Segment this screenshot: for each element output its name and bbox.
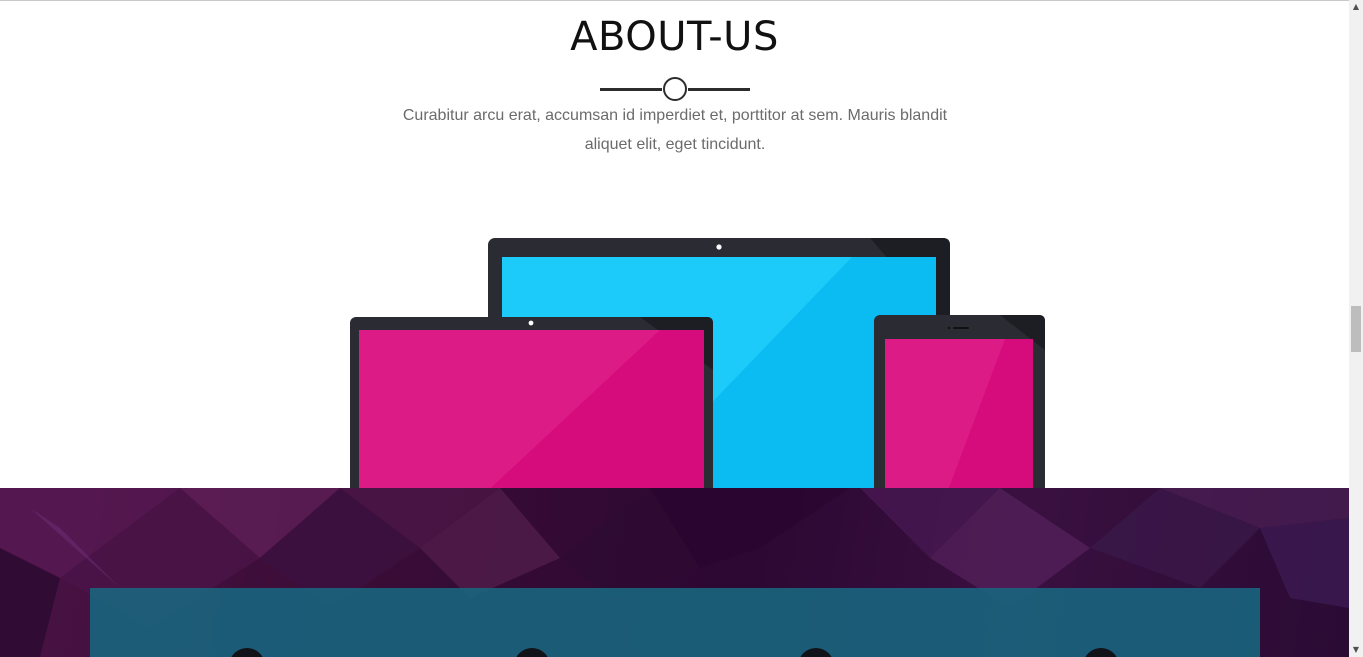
feature-icon-3 <box>798 648 834 657</box>
page: ABOUT-US Curabitur arcu erat, accumsan i… <box>0 0 1349 657</box>
scroll-up-arrow-icon[interactable]: ▲ <box>1349 0 1363 14</box>
tablet-device <box>350 317 713 498</box>
scroll-down-arrow-icon[interactable]: ▼ <box>1349 643 1363 657</box>
feature-icon-2 <box>514 648 550 657</box>
scroll-thumb[interactable] <box>1351 306 1361 352</box>
feature-icon-1 <box>229 648 265 657</box>
vertical-scrollbar[interactable]: ▲ ▼ <box>1349 0 1363 657</box>
feature-icon-4 <box>1083 648 1119 657</box>
features-panel <box>90 588 1260 657</box>
phone-device <box>874 315 1045 498</box>
